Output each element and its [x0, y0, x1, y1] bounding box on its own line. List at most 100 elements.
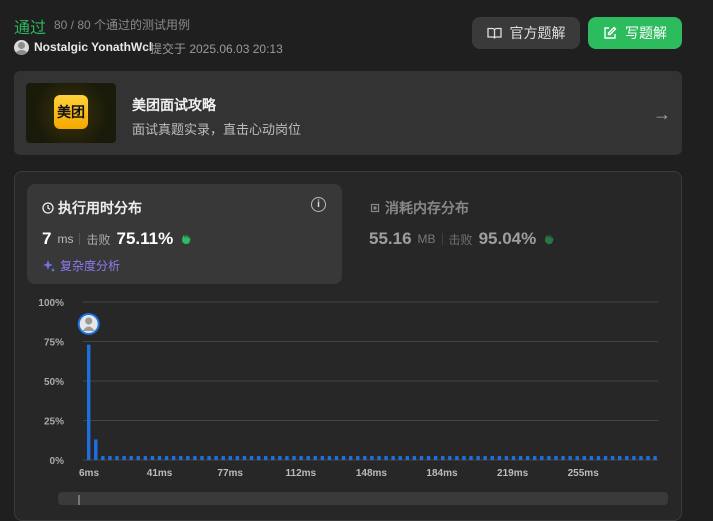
histogram-bar[interactable]	[249, 456, 254, 460]
histogram-bar[interactable]	[136, 456, 140, 460]
histogram-bar[interactable]	[405, 456, 409, 460]
histogram-bar[interactable]	[348, 456, 353, 460]
x-tick-label: 6ms	[79, 468, 99, 479]
x-tick-label: 255ms	[568, 468, 600, 479]
histogram-bar[interactable]	[193, 456, 197, 460]
histogram-bar[interactable]	[101, 456, 105, 460]
histogram-bar[interactable]	[483, 456, 487, 460]
histogram-bar[interactable]	[356, 456, 360, 460]
histogram-bar[interactable]	[87, 344, 91, 460]
histogram-bar[interactable]	[320, 456, 325, 460]
histogram-bar[interactable]	[292, 456, 296, 460]
histogram-bar[interactable]	[511, 456, 516, 460]
histogram-bar[interactable]	[476, 456, 480, 460]
histogram-bar[interactable]	[171, 456, 176, 460]
histogram-bar[interactable]	[214, 456, 218, 460]
x-tick-label: 77ms	[217, 468, 243, 479]
histogram-bar[interactable]	[143, 456, 148, 460]
histogram-bar[interactable]	[448, 456, 452, 460]
histogram-bar[interactable]	[228, 456, 232, 460]
histogram-bar[interactable]	[646, 456, 650, 460]
histogram-bar[interactable]	[256, 456, 261, 460]
histogram-bar[interactable]	[426, 456, 431, 460]
histogram-bar[interactable]	[639, 456, 643, 460]
histogram-bar[interactable]	[129, 456, 133, 460]
histogram-bar[interactable]	[94, 439, 98, 460]
histogram-bar[interactable]	[603, 456, 608, 460]
histogram-bar[interactable]	[150, 456, 155, 460]
histogram-bar[interactable]	[299, 456, 303, 460]
histogram-bar[interactable]	[398, 456, 402, 460]
histogram-bar[interactable]	[186, 456, 190, 460]
histogram-bar[interactable]	[306, 456, 310, 460]
histogram-bar[interactable]	[363, 456, 367, 460]
histogram-bar[interactable]	[377, 456, 381, 460]
histogram-bar[interactable]	[561, 456, 565, 460]
histogram-bar[interactable]	[242, 456, 247, 460]
histogram-bar[interactable]	[384, 456, 388, 460]
y-tick-label: 100%	[38, 298, 64, 309]
histogram-bar[interactable]	[285, 456, 289, 460]
histogram-bar[interactable]	[235, 456, 240, 460]
histogram-bar[interactable]	[115, 456, 119, 460]
histogram-bar[interactable]	[462, 456, 466, 460]
x-tick-label: 41ms	[147, 468, 173, 479]
histogram-bar[interactable]	[327, 456, 332, 460]
histogram-bar[interactable]	[504, 456, 509, 460]
histogram-bar[interactable]	[625, 456, 629, 460]
histogram-bar[interactable]	[391, 456, 395, 460]
scrollbar-handle[interactable]	[78, 495, 80, 505]
chart-bars[interactable]	[87, 344, 657, 460]
marker-head	[85, 317, 93, 325]
histogram-bar[interactable]	[618, 456, 622, 460]
y-tick-label: 25%	[44, 417, 64, 428]
histogram-bar[interactable]	[221, 456, 225, 460]
histogram-bar[interactable]	[341, 456, 346, 460]
histogram-bar[interactable]	[632, 456, 636, 460]
histogram-bar[interactable]	[455, 456, 459, 460]
histogram-bar[interactable]	[278, 456, 282, 460]
histogram-bar[interactable]	[518, 456, 523, 460]
histogram-bar[interactable]	[441, 456, 445, 460]
histogram-bar[interactable]	[108, 456, 112, 460]
histogram-bar[interactable]	[568, 456, 572, 460]
histogram-bar[interactable]	[589, 456, 594, 460]
histogram-bar[interactable]	[575, 456, 579, 460]
y-tick-label: 75%	[44, 338, 64, 349]
x-tick-label: 184ms	[426, 468, 458, 479]
histogram-bar[interactable]	[122, 456, 126, 460]
histogram-bar[interactable]	[370, 456, 374, 460]
histogram-bar[interactable]	[313, 456, 317, 460]
histogram-bar[interactable]	[334, 456, 339, 460]
histogram-bar[interactable]	[540, 456, 544, 460]
histogram-bar[interactable]	[490, 456, 494, 460]
histogram-bar[interactable]	[533, 456, 537, 460]
histogram-bar[interactable]	[554, 456, 558, 460]
histogram-bar[interactable]	[582, 456, 586, 460]
histogram-bar[interactable]	[525, 456, 530, 460]
x-tick-label: 148ms	[356, 468, 388, 479]
runtime-chart: 100% 75% 50% 25% 0% 6ms 41ms 77ms 112ms 148ms 184…	[38, 298, 658, 479]
histogram-bar[interactable]	[610, 456, 615, 460]
histogram-bar[interactable]	[412, 456, 417, 460]
histogram-bar[interactable]	[469, 456, 473, 460]
chart-y-ticks: 100% 75% 50% 25% 0%	[38, 298, 64, 467]
y-tick-label: 50%	[44, 377, 64, 388]
histogram-bar[interactable]	[419, 456, 424, 460]
histogram-bar[interactable]	[164, 456, 169, 460]
histogram-bar[interactable]	[596, 456, 601, 460]
histogram-bar[interactable]	[653, 456, 657, 460]
y-tick-label: 0%	[50, 456, 65, 467]
histogram-bar[interactable]	[157, 456, 162, 460]
histogram-bar[interactable]	[547, 456, 551, 460]
chart-scrollbar[interactable]	[58, 492, 668, 505]
histogram-bar[interactable]	[271, 456, 275, 460]
histogram-bar[interactable]	[207, 456, 211, 460]
histogram-bar[interactable]	[433, 456, 438, 460]
histogram-bar[interactable]	[200, 456, 204, 460]
x-tick-label: 112ms	[286, 468, 317, 479]
histogram-bar[interactable]	[264, 456, 268, 460]
histogram-bar[interactable]	[179, 456, 183, 460]
chart-x-ticks: 6ms 41ms 77ms 112ms 148ms 184ms 219ms 255ms	[79, 468, 599, 479]
histogram-bar[interactable]	[497, 456, 502, 460]
